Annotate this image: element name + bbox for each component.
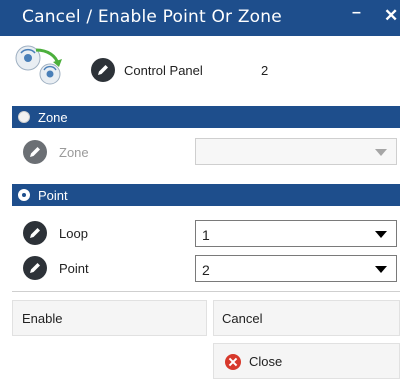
point-select[interactable]: 2 — [195, 255, 397, 282]
point-section-label: Point — [38, 188, 68, 203]
footer-divider — [12, 291, 400, 292]
cancel-button[interactable]: Cancel — [213, 300, 400, 336]
zone-section-label: Zone — [38, 110, 68, 125]
loop-field-label: Loop — [59, 226, 88, 241]
control-panel-label: Control Panel — [124, 63, 203, 78]
cancel-button-label: Cancel — [222, 311, 263, 326]
chevron-down-icon — [375, 266, 387, 273]
chevron-down-icon — [375, 231, 387, 238]
enable-button[interactable]: Enable — [12, 300, 207, 336]
loop-select[interactable]: 1 — [195, 220, 397, 247]
point-select-value: 2 — [202, 262, 210, 278]
zone-section-header: Zone — [12, 106, 400, 128]
point-edit-icon[interactable] — [23, 256, 47, 280]
close-icon — [225, 354, 241, 370]
window-close-button[interactable]: ✕ — [384, 6, 398, 26]
close-button[interactable]: Close — [213, 343, 400, 379]
control-panel-value: 2 — [261, 63, 269, 78]
enable-button-label: Enable — [22, 311, 63, 326]
devices-transfer-icon — [15, 45, 62, 85]
zone-select[interactable] — [195, 138, 397, 165]
zone-edit-icon — [23, 140, 47, 164]
zone-radio[interactable] — [18, 111, 30, 123]
control-panel-edit-icon[interactable] — [91, 58, 115, 82]
point-field-label: Point — [59, 261, 89, 276]
chevron-down-icon — [375, 149, 387, 156]
zone-field-label: Zone — [59, 145, 89, 160]
loop-select-value: 1 — [202, 227, 210, 243]
close-button-label: Close — [249, 354, 283, 369]
point-section-header: Point — [12, 184, 400, 206]
window-title: Cancel / Enable Point Or Zone — [22, 7, 282, 27]
title-bar: Cancel / Enable Point Or Zone – ✕ — [0, 0, 400, 36]
minimize-button[interactable]: – — [352, 4, 361, 22]
point-radio[interactable] — [18, 189, 30, 201]
loop-edit-icon[interactable] — [23, 221, 47, 245]
